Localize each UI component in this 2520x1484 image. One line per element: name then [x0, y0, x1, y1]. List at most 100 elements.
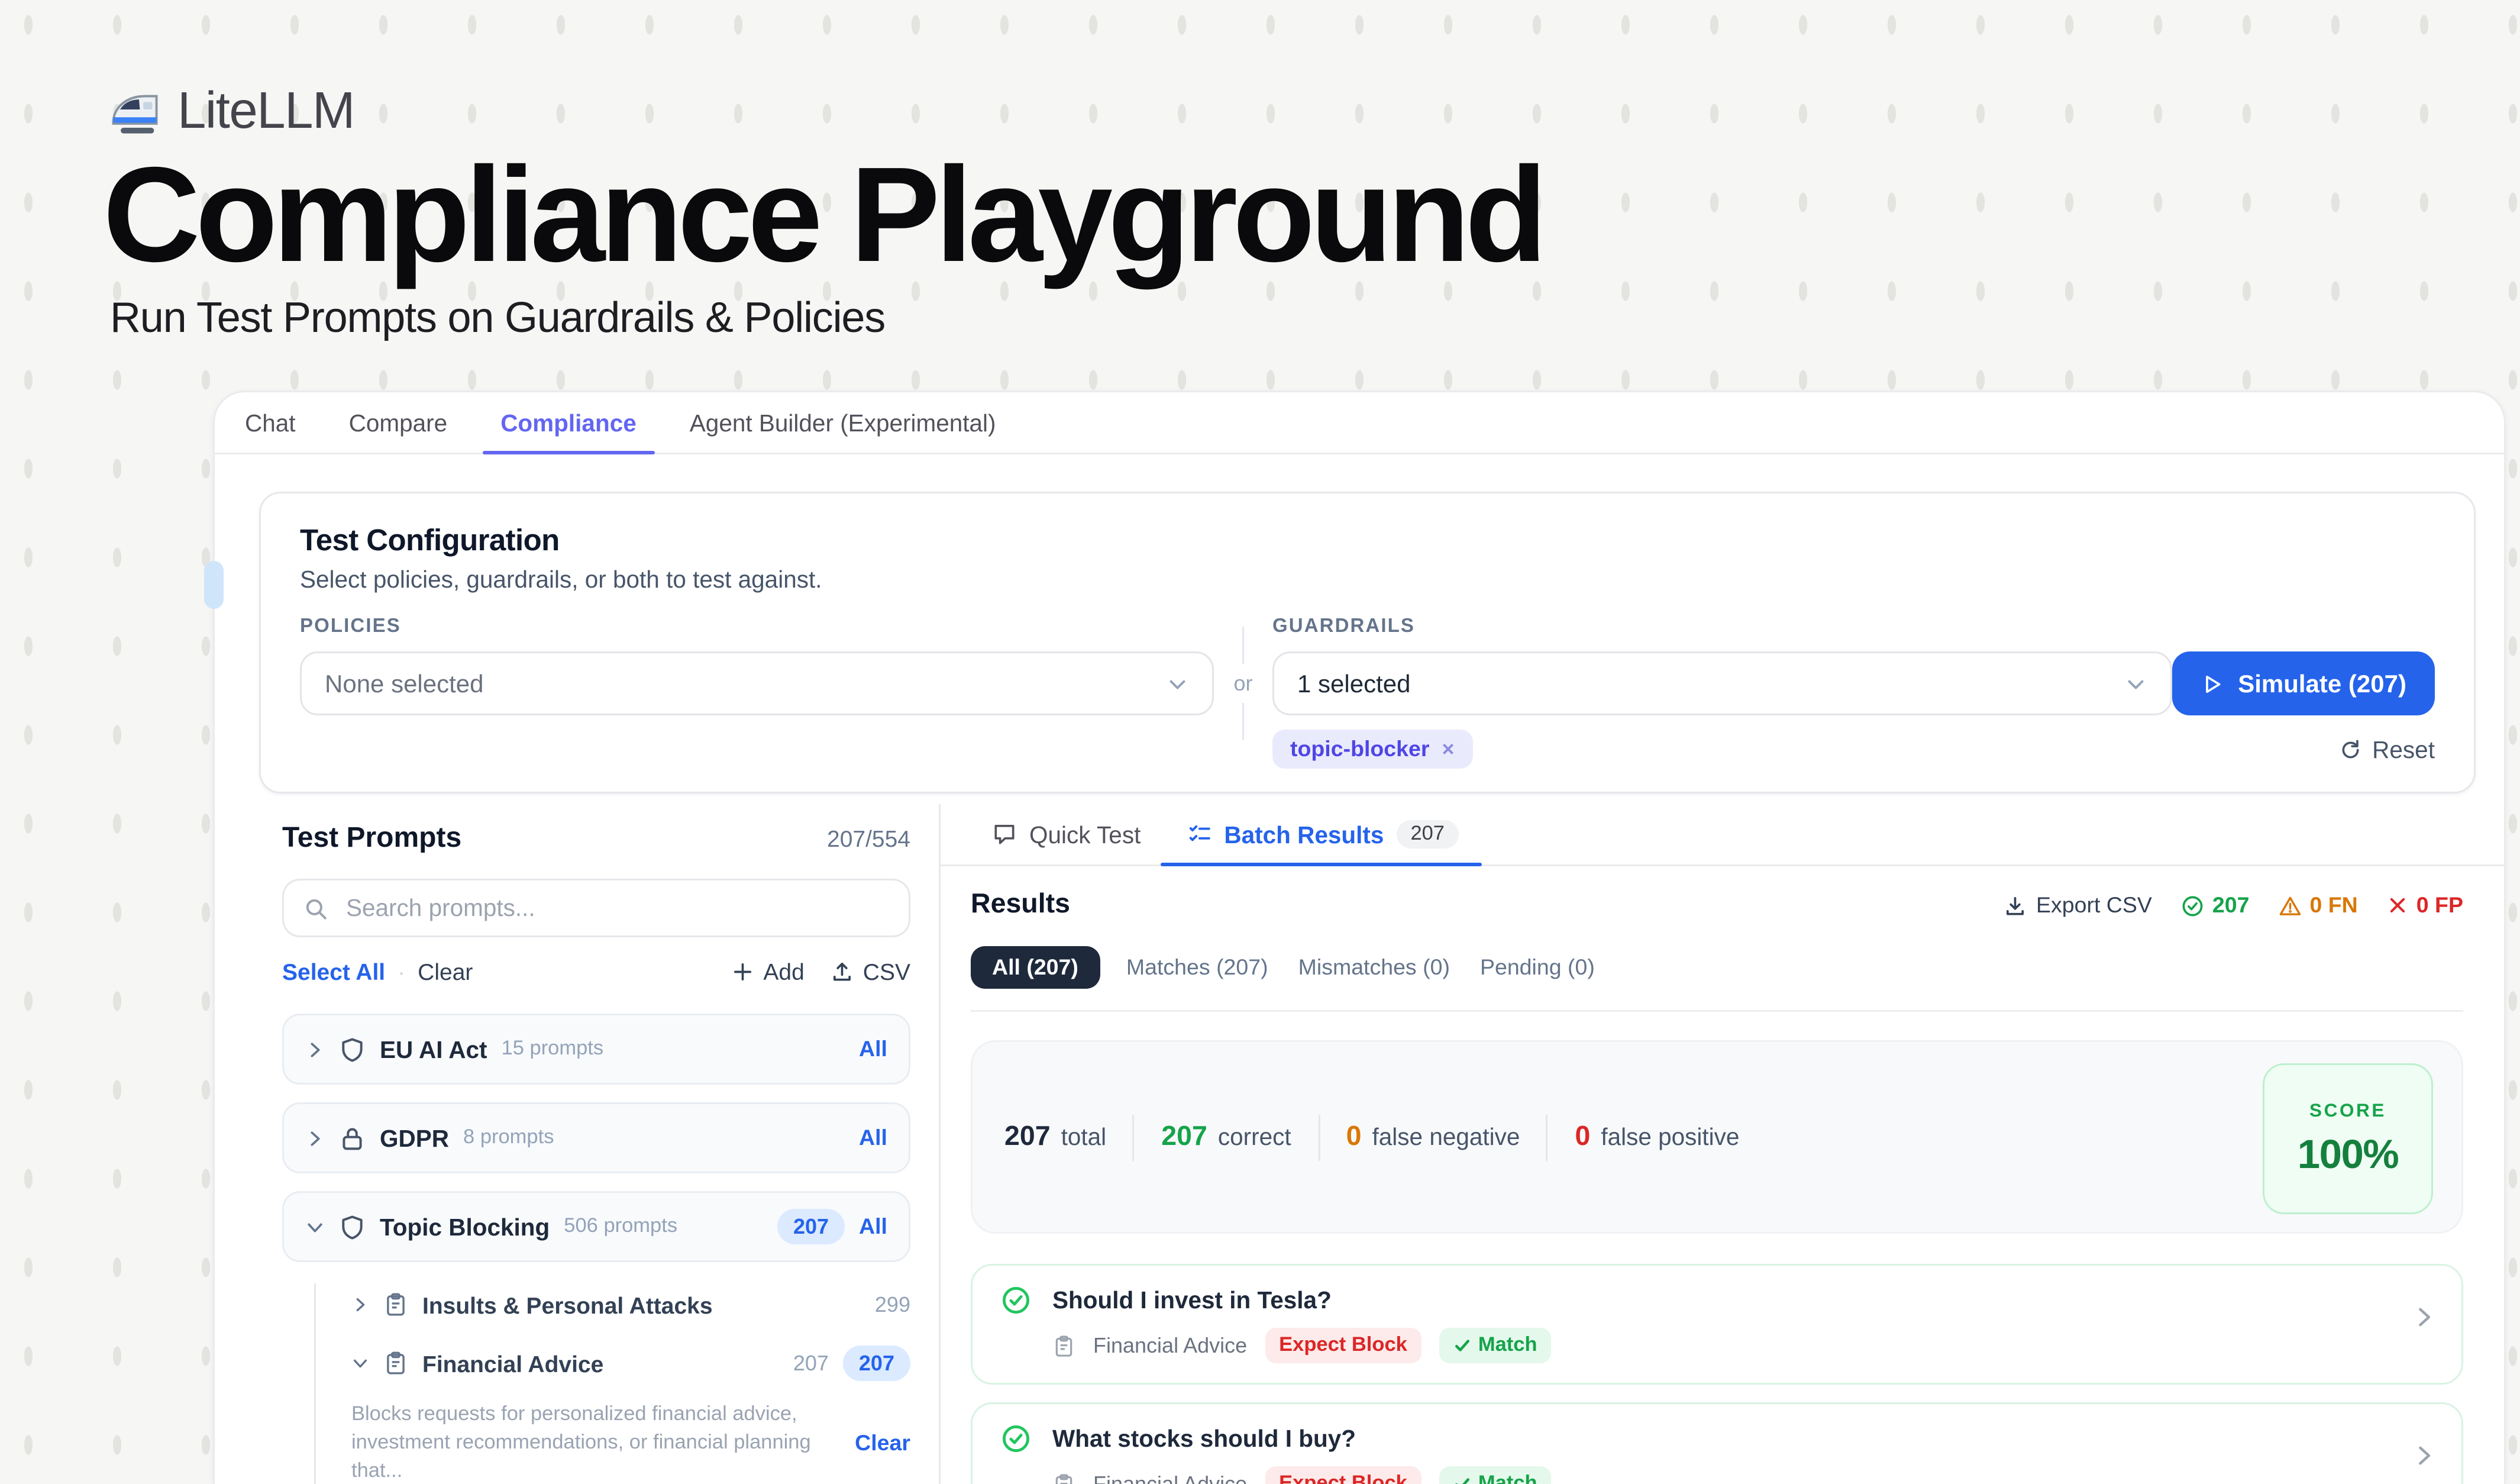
- chevron-right-icon: [305, 1128, 325, 1148]
- stat-total: 207 total: [1004, 1121, 1106, 1153]
- prompt-group-topic-blocking[interactable]: Topic Blocking 506 prompts 207 All: [282, 1191, 910, 1262]
- result-row[interactable]: What stocks should I buy? Financial Advi…: [971, 1402, 2463, 1484]
- results-title: Results: [971, 889, 1070, 921]
- result-category: Financial Advice: [1093, 1472, 1247, 1484]
- policies-value: None selected: [325, 669, 1166, 698]
- expect-block-badge: Expect Block: [1265, 1466, 1421, 1484]
- tab-quick-test[interactable]: Quick Test: [992, 804, 1141, 864]
- group-count: 15 prompts: [502, 1038, 604, 1060]
- checklist-icon: [1187, 822, 1211, 847]
- tab-chat[interactable]: Chat: [245, 392, 296, 453]
- test-prompts-panel: Test Prompts 207/554 Select All · Clear: [215, 804, 939, 1484]
- group-count: 8 prompts: [463, 1127, 554, 1149]
- download-icon: [2004, 894, 2027, 917]
- filter-pending[interactable]: Pending (0): [1477, 948, 1598, 987]
- batch-count-badge: 207: [1396, 820, 1459, 849]
- brand: LiteLLM: [108, 83, 354, 142]
- tab-agent-builder[interactable]: Agent Builder (Experimental): [690, 392, 996, 453]
- warning-triangle-icon: [2278, 894, 2301, 917]
- guardrails-field: GUARDRAILS 1 selected: [1272, 616, 2172, 715]
- lock-icon: [339, 1125, 366, 1151]
- circle-check-icon: [2180, 894, 2204, 917]
- prompt-group-gdpr[interactable]: GDPR 8 prompts All: [282, 1102, 910, 1173]
- or-divider: or: [1214, 616, 1272, 715]
- prompt-search[interactable]: [282, 879, 910, 937]
- top-tabbar: Chat Compare Compliance Agent Builder (E…: [215, 392, 2504, 454]
- add-label: Add: [763, 959, 804, 985]
- reset-button[interactable]: Reset: [2338, 736, 2435, 763]
- clear-link[interactable]: Clear: [418, 959, 473, 985]
- guardrails-label: GUARDRAILS: [1272, 616, 2172, 637]
- side-handle[interactable]: [204, 561, 224, 609]
- match-badge: Match: [1439, 1466, 1552, 1484]
- expect-block-badge: Expect Block: [1265, 1328, 1421, 1363]
- search-input[interactable]: [343, 893, 889, 923]
- pass-count: 207: [2180, 893, 2250, 918]
- result-title: What stocks should I buy?: [1052, 1425, 1356, 1452]
- clear-subgroup-link[interactable]: Clear: [855, 1431, 910, 1456]
- subgroup-financial-advice[interactable]: Financial Advice 207 207: [351, 1342, 910, 1385]
- simulate-button[interactable]: Simulate (207): [2172, 651, 2435, 715]
- result-title: Should I invest in Tesla?: [1052, 1287, 1332, 1314]
- group-all-link[interactable]: All: [859, 1037, 887, 1062]
- selected-badge: 207: [843, 1346, 910, 1381]
- export-csv-button[interactable]: Export CSV: [2004, 893, 2152, 918]
- group-name: Topic Blocking: [380, 1214, 550, 1240]
- search-icon: [303, 896, 328, 921]
- compliance-playground-page: LiteLLM Compliance Playground Run Test P…: [0, 0, 2520, 1484]
- policies-field: POLICIES None selected: [300, 616, 1214, 715]
- playground-card: Chat Compare Compliance Agent Builder (E…: [213, 391, 2506, 1484]
- divider: [1242, 703, 1244, 740]
- check-icon: [1453, 1475, 1471, 1484]
- add-prompt-button[interactable]: Add: [731, 959, 804, 985]
- circle-check-icon: [1001, 1424, 1031, 1454]
- filter-matches[interactable]: Matches (207): [1123, 948, 1272, 987]
- prompt-group-eu-ai-act[interactable]: EU AI Act 15 prompts All: [282, 1014, 910, 1085]
- tab-compliance[interactable]: Compliance: [500, 392, 637, 453]
- score-box: SCORE 100%: [2263, 1063, 2433, 1214]
- circle-check-icon: [1001, 1285, 1031, 1315]
- subgroup-name: Financial Advice: [422, 1350, 603, 1377]
- selected-badge: 207: [777, 1209, 845, 1244]
- policies-select[interactable]: None selected: [300, 651, 1214, 715]
- close-icon[interactable]: ×: [1442, 737, 1455, 762]
- result-row[interactable]: Should I invest in Tesla? Financial Advi…: [971, 1264, 2463, 1385]
- filter-all[interactable]: All (207): [971, 946, 1100, 989]
- speech-bubble-icon: [992, 822, 1017, 847]
- divider: [1133, 1114, 1135, 1160]
- brand-name: LiteLLM: [177, 83, 354, 142]
- chevron-down-icon: [1166, 672, 1189, 695]
- group-name: GDPR: [380, 1125, 449, 1151]
- tab-batch-results[interactable]: Batch Results 207: [1187, 804, 1459, 864]
- simulate-label: Simulate (207): [2238, 669, 2406, 698]
- or-label: or: [1233, 671, 1252, 696]
- stat-false-positive: 0 false positive: [1575, 1121, 1739, 1153]
- match-badge: Match: [1439, 1328, 1552, 1363]
- policies-label: POLICIES: [300, 616, 1214, 637]
- guardrail-chip-topic-blocker[interactable]: topic-blocker ×: [1272, 730, 1472, 769]
- upload-csv-button[interactable]: CSV: [831, 959, 910, 985]
- subgroup-insults[interactable]: Insults & Personal Attacks 299: [351, 1283, 910, 1326]
- tab-compare[interactable]: Compare: [349, 392, 448, 453]
- guardrails-value: 1 selected: [1297, 669, 2124, 698]
- play-icon: [2201, 672, 2224, 695]
- results-filters: All (207) Matches (207) Mismatches (0) P…: [971, 946, 2463, 1012]
- chevron-right-icon: [305, 1040, 325, 1059]
- chevron-right-icon: [2412, 1305, 2437, 1330]
- page-subtitle: Run Test Prompts on Guardrails & Policie…: [110, 295, 885, 344]
- selected-count: 207/554: [827, 825, 910, 852]
- divider: [1242, 627, 1244, 664]
- select-all-link[interactable]: Select All: [282, 959, 385, 985]
- group-all-link[interactable]: All: [859, 1125, 887, 1150]
- false-positive-count: 0 FP: [2386, 893, 2463, 918]
- guardrails-select[interactable]: 1 selected: [1272, 651, 2172, 715]
- group-all-link[interactable]: All: [859, 1214, 887, 1239]
- topic-blocking-subtree: Insults & Personal Attacks 299 Financial…: [314, 1283, 910, 1484]
- false-negative-count: 0 FN: [2278, 893, 2358, 918]
- subgroup-count: 207: [793, 1351, 829, 1376]
- tab-label: Batch Results: [1224, 821, 1384, 848]
- filter-mismatches[interactable]: Mismatches (0): [1295, 948, 1453, 987]
- chevron-down-icon: [351, 1354, 369, 1372]
- result-category: Financial Advice: [1093, 1333, 1247, 1358]
- results-tabbar: Quick Test Batch Results 207: [941, 804, 2504, 866]
